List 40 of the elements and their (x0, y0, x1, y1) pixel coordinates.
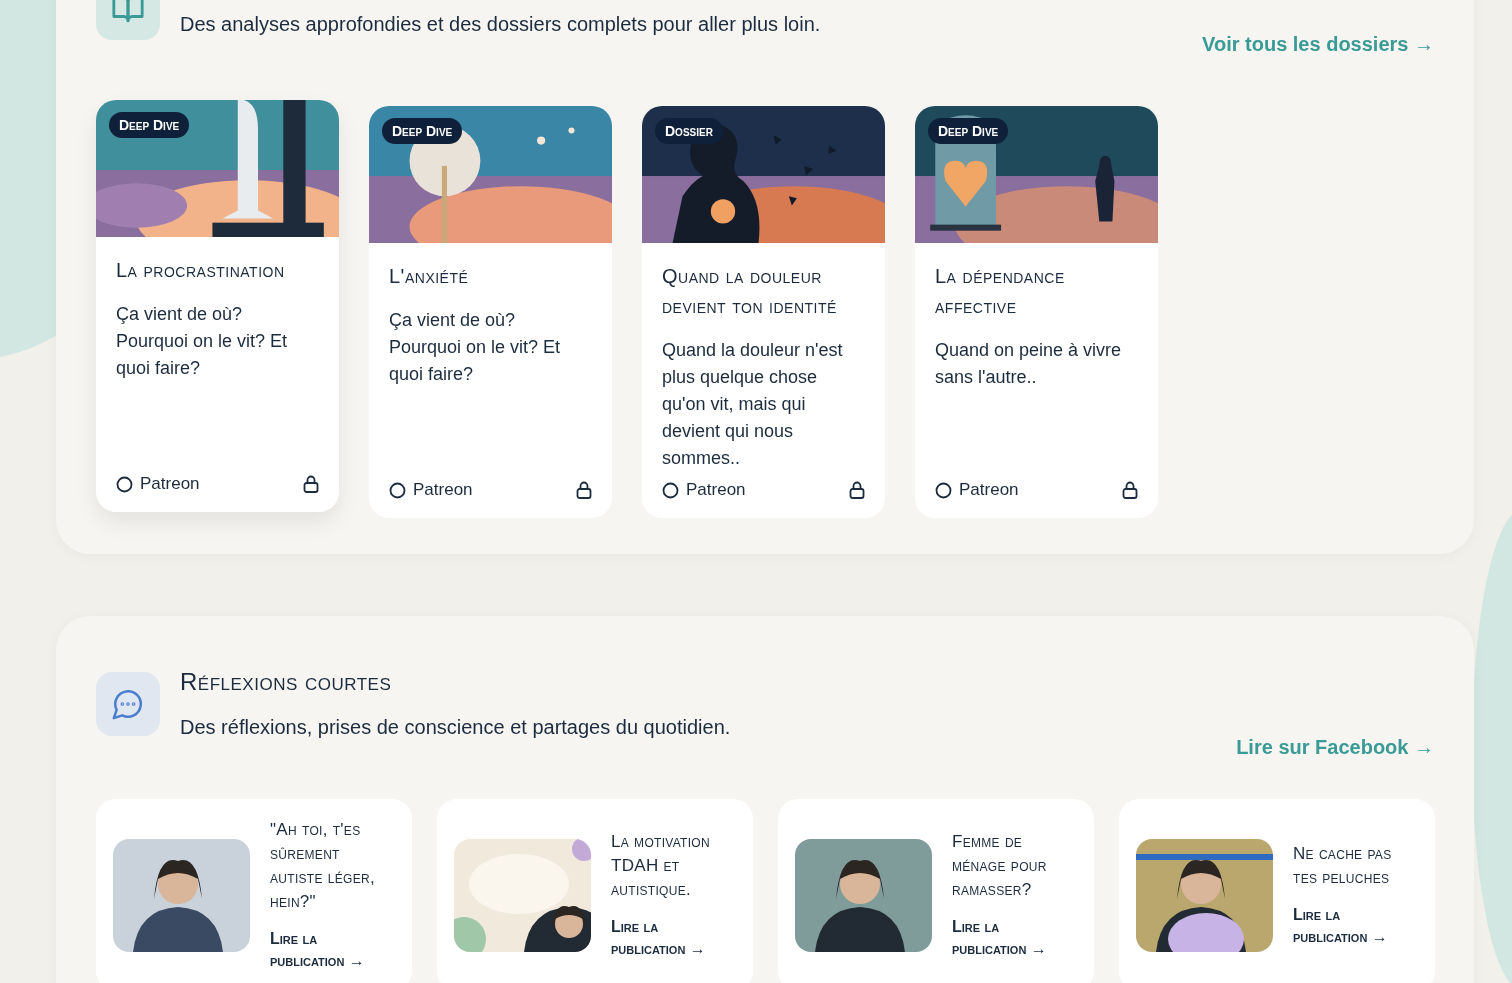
card-title: L'anxiété (389, 264, 470, 289)
dossier-card[interactable]: Deep Dive La procrastination Ça vient de où? Pourquoi on le vit? Et quoi faire? Patreon (96, 100, 339, 512)
dossier-card[interactable]: Dossier Quand la douleur devient ton identité Quand la douleur n'est plus quelque chose qu'on vit, mais qui devient qui nous sommes.. Patreon (642, 106, 885, 518)
category-badge: Deep Dive (928, 118, 1009, 144)
platform-label: Patreon (413, 480, 474, 500)
card-description: Quand on peine à vivre sans l'autre.. (935, 339, 1123, 389)
chat-icon (96, 672, 160, 736)
circle-icon (116, 475, 133, 493)
card-title: La dépendance affective (935, 264, 1066, 319)
read-post-link[interactable]: Lire la publication → (611, 916, 736, 960)
circle-icon (389, 481, 406, 499)
post-title: La motivation TDAH et autistique. (611, 831, 711, 901)
card-description: Ça vient de où? Pourquoi on le vit? Et quoi faire? (116, 303, 289, 380)
category-badge: Deep Dive (382, 118, 463, 144)
read-post-link[interactable]: Lire la publication → (952, 916, 1077, 960)
card-title: La procrastination (116, 258, 286, 283)
card-description: Quand la douleur n'est plus quelque chose qu'on vit, mais qui devient qui nous sommes.. (662, 339, 844, 470)
read-post-link[interactable]: Lire la publication → (270, 928, 395, 972)
platform-label: Patreon (686, 480, 747, 500)
dossier-card[interactable]: Deep Dive L'anxiété Ça vient de où? Pourquoi on le vit? Et quoi faire? Patreon (369, 106, 612, 518)
platform-label: Patreon (140, 474, 201, 494)
card-title: Quand la douleur devient ton identité (662, 264, 838, 319)
post-card[interactable]: La motivation TDAH et autistique. Lire la publication → (437, 799, 753, 983)
section-description: Des réflexions, prises de conscience et partages du quotidien. (180, 716, 732, 739)
circle-icon (935, 481, 952, 499)
platform-label: Patreon (959, 480, 1020, 500)
section-title: Réflexions courtes (180, 668, 393, 696)
post-title: Ne cache pas tes peluches (1293, 843, 1393, 889)
section-description: Des analyses approfondies et des dossiers complets pour aller plus loin. (180, 13, 822, 36)
read-post-link[interactable]: Lire la publication → (1293, 904, 1418, 948)
post-card[interactable]: Ne cache pas tes peluches Lire la publication → (1119, 799, 1435, 983)
category-badge: Deep Dive (109, 112, 190, 138)
post-card[interactable]: "Ah toi, t'es sûrement autiste léger, hein?" Lire la publication → (96, 799, 412, 983)
category-badge: Dossier (655, 118, 723, 144)
post-title: "Ah toi, t'es sûrement autiste léger, hein?" (270, 819, 376, 913)
circle-icon (662, 481, 679, 499)
post-title: Femme de ménage pour ramasser? (952, 831, 1048, 901)
post-card[interactable]: Femme de ménage pour ramasser? Lire la publication → (778, 799, 1094, 983)
dossier-card[interactable]: Deep Dive La dépendance affective Quand on peine à vivre sans l'autre.. Patreon (915, 106, 1158, 518)
card-description: Ça vient de où? Pourquoi on le vit? Et quoi faire? (389, 309, 562, 386)
